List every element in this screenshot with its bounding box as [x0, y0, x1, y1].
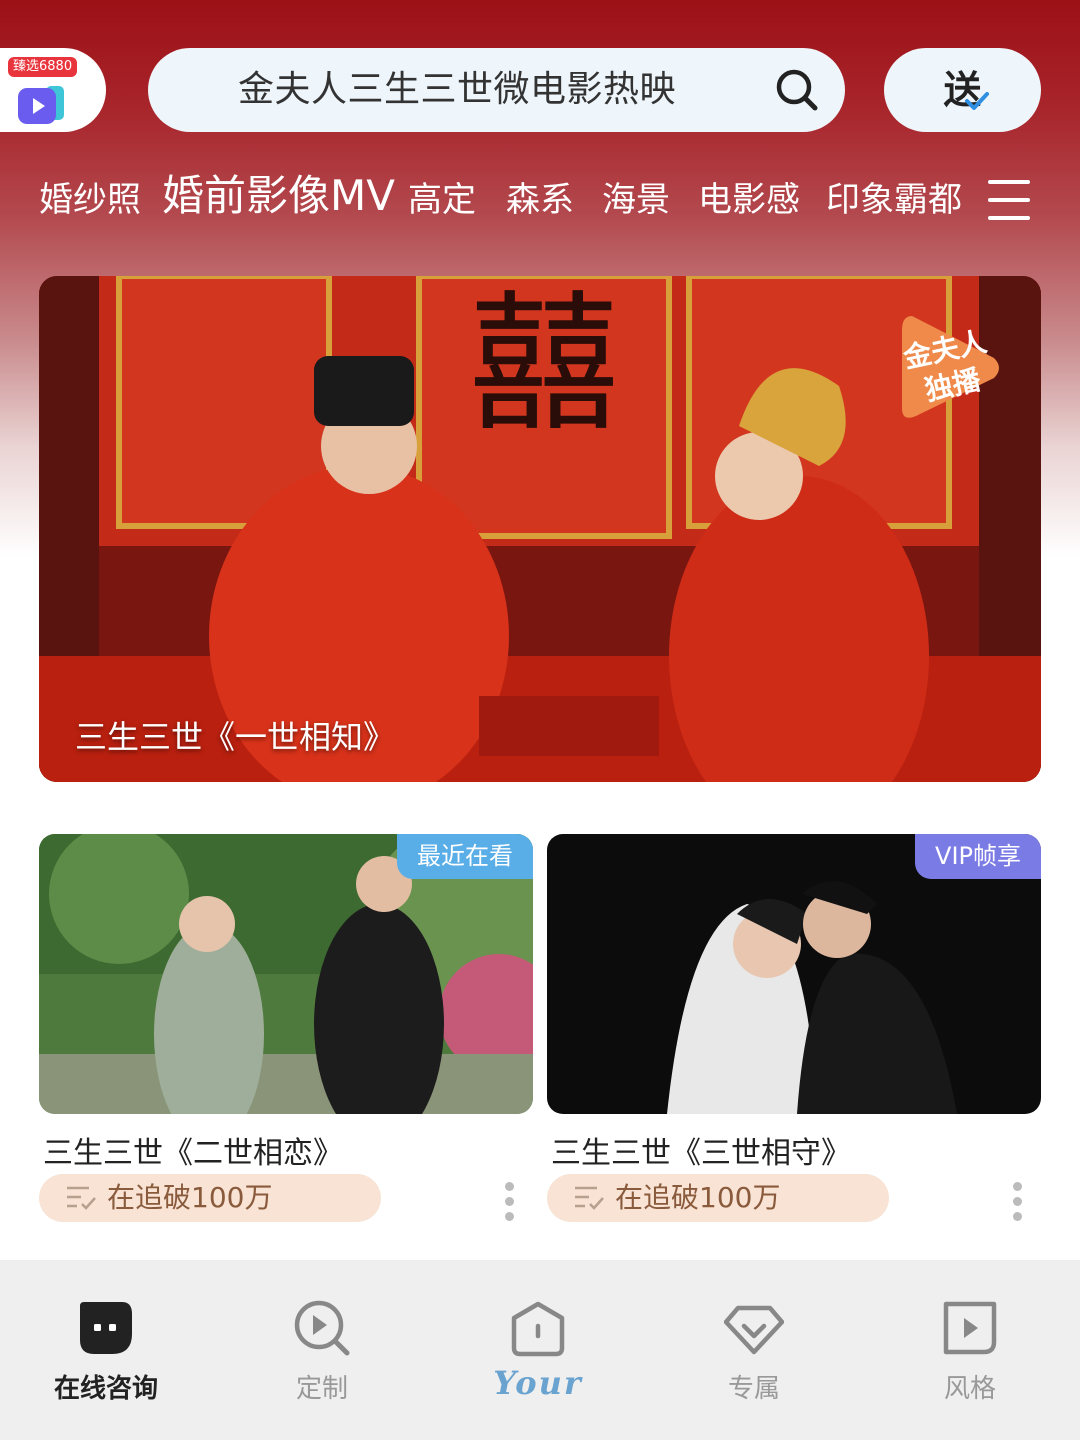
hero-caption: 三生三世《一世相知》 [75, 718, 396, 756]
tab-forest[interactable]: 森系 [506, 165, 574, 235]
nav-label: 风格 [943, 1374, 996, 1404]
nav-label: Your [493, 1364, 583, 1402]
video-thumbnail[interactable]: VIP帧享 [547, 834, 1041, 1114]
app-badge-tag: 臻选6880 [8, 57, 78, 77]
status-badge: 最近在看 [397, 834, 533, 879]
follow-count-pill: 在追破100万 [39, 1174, 381, 1222]
search-bar[interactable]: 金夫人三生三世微电影热映 [148, 48, 845, 132]
send-button[interactable]: 送 [884, 48, 1041, 132]
more-options-icon[interactable] [1013, 1182, 1023, 1224]
search-icon[interactable] [775, 68, 819, 112]
nav-label: 定制 [295, 1374, 348, 1404]
card-title[interactable]: 三生三世《三世相守》 [551, 1128, 851, 1172]
svg-text:囍: 囍 [469, 278, 619, 452]
follow-count-text: 在追破100万 [615, 1181, 781, 1214]
chat-bubble-icon [80, 1302, 132, 1354]
category-tabs: 婚纱照 婚前影像MV 高定 森系 海景 电影感 印象霸都 [0, 165, 1080, 235]
nav-item-your[interactable]: Your [438, 1260, 638, 1440]
nav-item-custom[interactable]: 定制 [222, 1260, 422, 1440]
video-card[interactable]: VIP帧享 三生三世《三世相守》 在追破100万 [547, 834, 1041, 1222]
tab-wedding-photos[interactable]: 婚纱照 [39, 165, 141, 235]
list-check-icon [575, 1186, 604, 1210]
nav-label: 专属 [727, 1374, 780, 1404]
bottom-navigation: 在线咨询 定制 Your 专属 风格 [0, 1260, 1080, 1440]
hero-banner[interactable]: 囍 金夫人 独播 三生三世《一世相知》 [39, 276, 1041, 782]
nav-item-exclusive[interactable]: 专属 [654, 1260, 854, 1440]
nav-item-style[interactable]: 风格 [870, 1260, 1070, 1440]
vip-badge: VIP帧享 [915, 834, 1041, 879]
exclusive-logo: 金夫人 独播 [894, 308, 1004, 428]
home-icon [511, 1301, 565, 1357]
nav-label: 在线咨询 [53, 1374, 158, 1404]
tab-seaside[interactable]: 海景 [602, 165, 670, 235]
follow-count-text: 在追破100万 [107, 1181, 273, 1214]
check-icon [965, 92, 989, 110]
follow-count-pill: 在追破100万 [547, 1174, 889, 1222]
tab-cinematic[interactable]: 电影感 [698, 165, 800, 235]
diamond-icon [724, 1305, 784, 1355]
play-square-icon [943, 1301, 997, 1355]
card-title[interactable]: 三生三世《二世相恋》 [43, 1128, 343, 1172]
search-text: 金夫人三生三世微电影热映 [238, 69, 677, 110]
app-badge-button[interactable]: 臻选6880 [0, 48, 106, 132]
video-app-icon [18, 86, 64, 124]
more-options-icon[interactable] [505, 1182, 515, 1224]
list-check-icon [67, 1186, 96, 1210]
nav-item-consult[interactable]: 在线咨询 [6, 1260, 206, 1440]
search-play-icon [294, 1300, 350, 1356]
tab-premarital-mv[interactable]: 婚前影像MV [162, 161, 395, 231]
tab-haute-couture[interactable]: 高定 [408, 165, 476, 235]
video-thumbnail[interactable]: 最近在看 [39, 834, 533, 1114]
menu-icon[interactable] [988, 180, 1030, 220]
tab-impression[interactable]: 印象霸都 [826, 165, 962, 235]
video-card[interactable]: 最近在看 三生三世《二世相恋》 在追破100万 [39, 834, 533, 1222]
